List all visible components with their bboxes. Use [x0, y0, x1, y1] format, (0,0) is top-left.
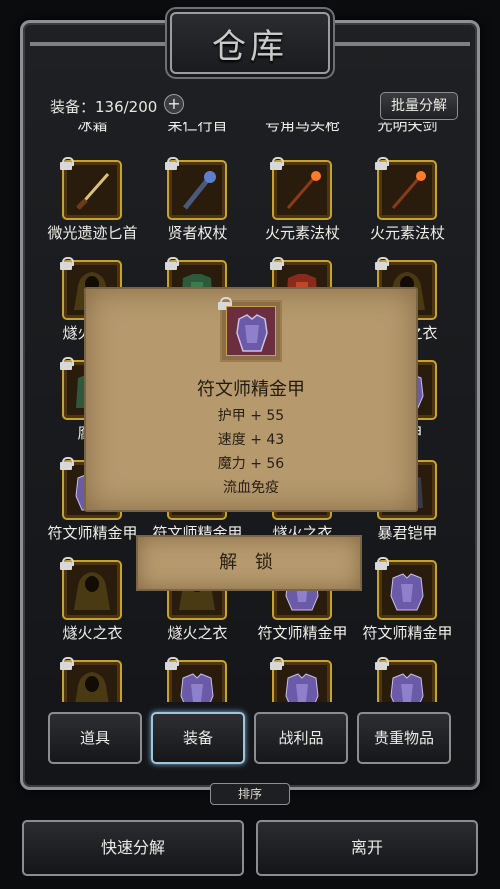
item-label: 燧火之衣	[62, 624, 123, 642]
fire-staff-icon	[286, 171, 321, 209]
title-ornament-left	[30, 42, 170, 46]
inventory-cell[interactable]: 燧火之衣	[40, 557, 145, 660]
popup-stat-speed: 速度 + 43	[217, 432, 285, 448]
partial-row-label: 号角马头枪	[264, 122, 340, 134]
hooded-robe-icon	[74, 572, 110, 610]
inventory-cell[interactable]: 火元素法杖	[250, 157, 355, 260]
inventory-cell[interactable]	[40, 657, 145, 702]
equipment-capacity: 装备：136/200	[50, 98, 158, 116]
window-title: 仓库	[212, 26, 288, 67]
top-bar: 装备：136/200 + 批量分解	[44, 92, 458, 120]
item-slot[interactable]	[60, 157, 122, 220]
item-slot[interactable]	[165, 157, 227, 220]
title-ornament-right	[330, 42, 470, 46]
partial-row-label: 冰霜	[77, 122, 108, 134]
window-title-plate: 仓库	[170, 12, 330, 74]
item-slot[interactable]	[60, 657, 122, 702]
purple-armor-icon	[226, 306, 276, 356]
tab-valuables[interactable]: 贵重物品	[357, 712, 451, 764]
item-detail-popup: 符文师精金甲 护甲 + 55 速度 + 43 魔力 + 56 流血免疫	[84, 287, 418, 512]
popup-stat-bleed-immunity: 流血免疫	[223, 480, 279, 496]
popup-stat-armor: 护甲 + 55	[217, 408, 285, 424]
inventory-cell[interactable]: 火元素法杖	[355, 157, 460, 260]
purple-armor-icon	[390, 573, 424, 611]
item-slot[interactable]	[375, 657, 437, 702]
item-label: 符文师精金甲	[257, 624, 348, 642]
item-label: 暴君铠甲	[377, 524, 438, 542]
popup-item-name: 符文师精金甲	[197, 379, 305, 400]
fire-staff-icon	[391, 171, 426, 209]
item-slot[interactable]	[165, 657, 227, 702]
item-label: 贤者权杖	[167, 224, 228, 242]
item-label: 燧火之衣	[167, 624, 228, 642]
quick-decompose-button[interactable]: 快速分解	[22, 820, 244, 876]
purple-armor-icon	[390, 673, 424, 702]
dagger-icon	[76, 173, 110, 210]
inventory-cell[interactable]: 贤者权杖	[145, 157, 250, 260]
purple-armor-icon	[285, 673, 319, 702]
inventory-cell[interactable]: 微光遗迹匕首	[40, 157, 145, 260]
unlock-button[interactable]: 解 锁	[136, 535, 362, 591]
partial-row-label: 光明矢剑	[377, 122, 438, 134]
inventory-cell[interactable]	[145, 657, 250, 702]
expand-capacity-button[interactable]: +	[164, 94, 184, 114]
sort-button[interactable]: 排序	[210, 783, 290, 805]
inventory-cell[interactable]: 符文师精金甲	[355, 557, 460, 660]
bulk-decompose-button[interactable]: 批量分解	[380, 92, 458, 120]
popup-stat-magic: 魔力 + 56	[217, 456, 285, 472]
item-slot[interactable]	[270, 157, 332, 220]
tab-loot[interactable]: 战利品	[254, 712, 348, 764]
leave-button[interactable]: 离开	[256, 820, 478, 876]
item-slot[interactable]	[375, 157, 437, 220]
item-slot[interactable]	[270, 657, 332, 702]
item-label: 符文师精金甲	[362, 624, 453, 642]
purple-armor-icon	[180, 673, 214, 702]
item-label: 微光遗迹匕首	[47, 224, 138, 242]
inventory-cell[interactable]	[250, 657, 355, 702]
item-slot[interactable]	[60, 557, 122, 620]
partial-row-label: 呆仁行首	[167, 122, 228, 134]
scepter-icon	[183, 171, 216, 210]
tab-items[interactable]: 道具	[48, 712, 142, 764]
item-label: 火元素法杖	[264, 224, 340, 242]
item-label: 符文师精金甲	[47, 524, 138, 542]
item-label: 火元素法杖	[369, 224, 445, 242]
item-slot[interactable]	[375, 557, 437, 620]
hooded-robe-icon	[75, 672, 109, 702]
popup-item-slot	[218, 297, 282, 362]
tab-equipment[interactable]: 装备	[151, 712, 245, 764]
inventory-cell[interactable]	[355, 657, 460, 702]
